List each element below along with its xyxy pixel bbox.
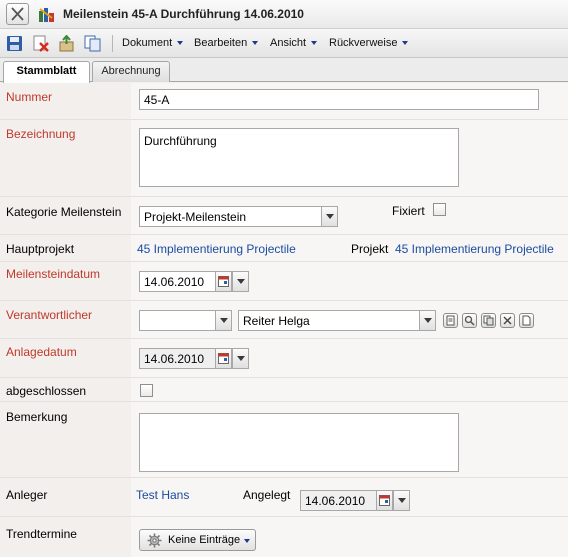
search-button[interactable]: [462, 313, 477, 328]
kategorie-select[interactable]: Projekt-Meilenstein: [139, 206, 322, 227]
app-logo-icon: [39, 8, 54, 22]
gear-icon: [147, 533, 162, 548]
abgeschlossen-label: abgeschlossen: [6, 384, 87, 398]
row-abgeschlossen: abgeschlossen: [0, 378, 568, 402]
row-trendtermine: Trendtermine Keine Einträge: [0, 517, 568, 557]
angelegt-calendar-button[interactable]: [376, 490, 393, 511]
meilensteindatum-calendar-button[interactable]: [215, 271, 232, 292]
anleger-label: Anleger: [6, 488, 48, 502]
close-icon: [503, 316, 512, 325]
bezeichnung-textarea[interactable]: Durchführung: [139, 128, 459, 187]
bemerkung-label: Bemerkung: [6, 410, 68, 424]
row-bezeichnung: Bezeichnung Durchführung: [0, 120, 568, 197]
angelegt-dropdown-button[interactable]: [393, 490, 410, 511]
abgeschlossen-checkbox[interactable]: [140, 384, 153, 397]
calendar-icon: [218, 353, 229, 364]
verantwortlicher-dropdown-button[interactable]: [419, 310, 436, 331]
row-anlagedatum: Anlagedatum 14.06.2010: [0, 339, 568, 378]
chevron-down-icon: [252, 41, 259, 46]
nummer-label: Nummer: [6, 90, 53, 104]
clear-button[interactable]: [500, 313, 515, 328]
row-nummer: Nummer 45-A: [0, 83, 568, 120]
new-record-button[interactable]: [519, 313, 534, 328]
fixiert-label: Fixiert: [392, 204, 425, 218]
chevron-down-icon: [244, 539, 250, 543]
menu-bearbeiten[interactable]: Bearbeiten: [194, 37, 259, 49]
copy-icon[interactable]: [84, 35, 101, 52]
chevron-down-icon: [311, 41, 318, 46]
title-bar: Meilenstein 45-A Durchführung 14.06.2010: [0, 0, 568, 29]
verantwortlicher-label: Verantwortlicher: [6, 308, 93, 322]
trendtermine-button-label: Keine Einträge: [168, 534, 241, 546]
meilensteindatum-label: Meilensteindatum: [6, 267, 101, 281]
calendar-icon: [379, 495, 390, 506]
hauptprojekt-link[interactable]: 45 Implementierung Projectile: [137, 242, 296, 256]
chevron-down-icon: [177, 41, 184, 46]
meilensteindatum-dropdown-button[interactable]: [232, 271, 249, 292]
copy-value-button[interactable]: [481, 313, 496, 328]
menu-dokument[interactable]: Dokument: [122, 37, 184, 49]
menu-label: Dokument: [122, 37, 173, 49]
document-icon: [446, 315, 455, 326]
row-anleger: Anleger Test Hans Angelegt 14.06.2010: [0, 478, 568, 517]
bemerkung-textarea[interactable]: [139, 413, 459, 472]
nummer-input[interactable]: 45-A: [139, 89, 539, 110]
angelegt-label: Angelegt: [243, 488, 291, 502]
stammblatt-form: Nummer 45-A Bezeichnung Durchführung Kat…: [0, 83, 568, 557]
menu-ansicht[interactable]: Ansicht: [270, 37, 318, 49]
trendtermine-button[interactable]: Keine Einträge: [139, 529, 256, 551]
verantwortlicher-short-select[interactable]: [139, 310, 216, 331]
copy-icon: [483, 315, 494, 326]
tab-abrechnung[interactable]: Abrechnung: [92, 61, 170, 82]
new-document-icon: [522, 315, 531, 326]
angelegt-input[interactable]: 14.06.2010: [300, 490, 377, 511]
chevron-down-icon: [402, 41, 409, 46]
anlagedatum-input[interactable]: 14.06.2010: [139, 348, 216, 369]
toolbar-separator: [112, 35, 113, 52]
toolbar: Dokument Bearbeiten Ansicht Rückverweise: [0, 29, 568, 58]
projekt-label: Projekt: [351, 242, 389, 256]
value-cell: [131, 378, 568, 401]
menu-label: Ansicht: [270, 37, 307, 49]
row-kategorie: Kategorie Meilenstein Projekt-Meilenstei…: [0, 197, 568, 235]
projekt-link[interactable]: 45 Implementierung Projectile: [395, 242, 554, 256]
fixiert-checkbox[interactable]: [433, 203, 446, 216]
hauptprojekt-label: Hauptprojekt: [6, 242, 75, 256]
export-icon[interactable]: [58, 35, 75, 52]
menu-label: Rückverweise: [329, 37, 398, 49]
menu-label: Bearbeiten: [194, 37, 248, 49]
calendar-icon: [218, 276, 229, 287]
trendtermine-label: Trendtermine: [6, 527, 77, 541]
delete-icon[interactable]: [32, 35, 49, 52]
tab-strip: Stammblatt Abrechnung: [0, 58, 568, 83]
anlagedatum-dropdown-button[interactable]: [232, 348, 249, 369]
verantwortlicher-select[interactable]: Reiter Helga: [238, 310, 420, 331]
row-verantwortlicher: Verantwortlicher Reiter Helga: [0, 301, 568, 339]
open-record-button[interactable]: [443, 313, 458, 328]
menu-rueckverweise[interactable]: Rückverweise: [329, 37, 409, 49]
close-icon: [11, 7, 24, 21]
row-bemerkung: Bemerkung: [0, 402, 568, 478]
verantwortlicher-short-dropdown-button[interactable]: [215, 310, 232, 331]
anlagedatum-calendar-button[interactable]: [215, 348, 232, 369]
row-meilensteindatum: Meilensteindatum 14.06.2010: [0, 262, 568, 301]
kategorie-dropdown-button[interactable]: [321, 206, 338, 227]
close-button[interactable]: [6, 3, 29, 25]
anlagedatum-label: Anlagedatum: [6, 345, 77, 359]
anleger-link[interactable]: Test Hans: [136, 488, 189, 502]
save-icon[interactable]: [6, 35, 23, 52]
tab-stammblatt[interactable]: Stammblatt: [3, 61, 90, 83]
row-hauptprojekt: Hauptprojekt 45 Implementierung Projecti…: [0, 235, 568, 262]
kategorie-label: Kategorie Meilenstein: [6, 205, 122, 219]
search-icon: [464, 315, 475, 326]
meilensteindatum-input[interactable]: 14.06.2010: [139, 271, 216, 292]
window-title: Meilenstein 45-A Durchführung 14.06.2010: [63, 7, 304, 21]
bezeichnung-label: Bezeichnung: [6, 127, 76, 141]
